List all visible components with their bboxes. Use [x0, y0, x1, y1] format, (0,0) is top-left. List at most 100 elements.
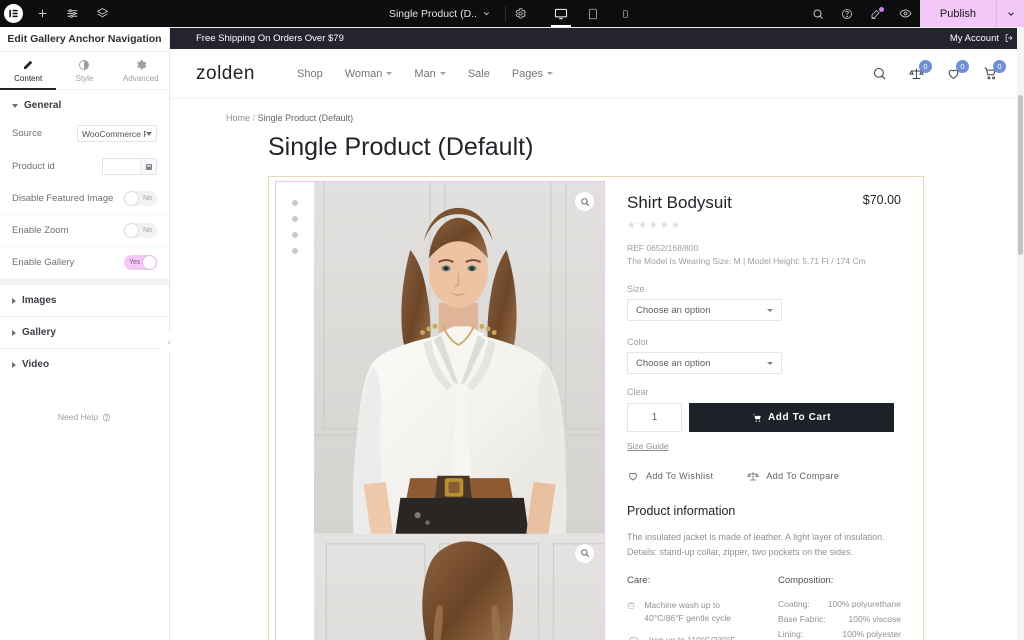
breadcrumb-separator: /	[252, 113, 256, 123]
desktop-icon	[555, 8, 568, 19]
anchor-dot-2[interactable]	[292, 216, 298, 222]
disable-featured-image-toggle[interactable]: No	[124, 191, 157, 206]
gallery-image-1[interactable]	[314, 182, 604, 534]
nav-item-label: Pages	[511, 67, 544, 80]
toggle-knob	[125, 192, 138, 205]
device-tablet-button[interactable]	[577, 0, 609, 27]
section-general-header[interactable]: General	[0, 90, 169, 117]
breadcrumb: Home / Single Product (Default)	[170, 99, 1024, 123]
clear-variations-link[interactable]: Clear	[627, 387, 901, 397]
size-label: Size	[627, 284, 645, 295]
enable-gallery-toggle[interactable]: Yes	[124, 255, 157, 270]
preview-scrollbar[interactable]	[1017, 27, 1024, 640]
chevron-down-icon	[439, 72, 446, 75]
control-enable-gallery: Enable Gallery Yes	[0, 247, 169, 278]
whats-new-button[interactable]	[862, 0, 891, 27]
composition-value: 100% viscose	[848, 614, 901, 625]
iron-icon	[629, 637, 639, 640]
product-title-row: Shirt Bodysuit $70.00	[627, 193, 901, 213]
panel-collapse-button[interactable]	[164, 332, 174, 352]
nav-item-label: Woman	[344, 67, 383, 80]
header-icon-group: 0 0 0	[872, 60, 1006, 81]
login-icon	[1005, 34, 1013, 42]
size-select[interactable]: Choose an option	[627, 299, 782, 322]
cart-icon	[752, 414, 761, 422]
care-item-text: Iron up to 110°C/230°F	[649, 634, 736, 640]
magnifier-icon[interactable]	[575, 192, 594, 211]
header-wishlist-button[interactable]: 0	[946, 60, 969, 81]
breadcrumb-home[interactable]: Home	[226, 113, 250, 123]
product-id-input[interactable]	[103, 159, 140, 174]
nav-item-woman[interactable]: Woman	[345, 68, 393, 80]
navigator-button[interactable]	[57, 0, 87, 27]
color-select[interactable]: Choose an option	[627, 352, 782, 375]
anchor-dot-1[interactable]	[292, 200, 298, 206]
nav-item-shop[interactable]: Shop	[297, 68, 323, 80]
care-composition-grid: Care: Machine wash up to 40°C/86°F gentl…	[627, 575, 901, 640]
tab-content[interactable]: Content	[0, 52, 57, 90]
my-account-link[interactable]: My Account	[950, 33, 1014, 44]
enable-zoom-toggle[interactable]: No	[124, 223, 157, 238]
add-to-wishlist-button[interactable]: Add To Wishlist	[627, 470, 713, 482]
eye-icon	[899, 9, 912, 18]
header-search-button[interactable]	[872, 66, 887, 81]
product-section: zolden Shirt Bodysuit	[268, 176, 924, 640]
device-desktop-button[interactable]	[545, 0, 577, 27]
nav-item-sale[interactable]: Sale	[468, 68, 490, 80]
toggle-knob	[125, 224, 138, 237]
product-rating-stars[interactable]: ★★★★★	[627, 220, 901, 231]
wishlist-badge: 0	[956, 60, 969, 73]
add-to-wishlist-label: Add To Wishlist	[646, 471, 714, 482]
control-enable-zoom: Enable Zoom No	[0, 215, 169, 247]
chevron-down-icon	[386, 72, 393, 75]
composition-row: Lining: 100% polyester	[778, 629, 901, 639]
scrollbar-thumb[interactable]	[1018, 95, 1023, 255]
header-compare-button[interactable]: 0	[909, 60, 932, 81]
nav-item-label: Man	[414, 67, 436, 80]
add-to-cart-button[interactable]: Add To Cart	[689, 403, 894, 433]
site-logo[interactable]: zolden	[196, 63, 255, 85]
preview-button[interactable]	[891, 0, 920, 27]
care-item: Machine wash up to 40°C/86°F gentle cycl…	[627, 599, 750, 625]
nav-item-pages[interactable]: Pages	[511, 67, 554, 80]
chevron-down-icon	[484, 12, 490, 16]
top-bar-center-group: Single Product (D..	[372, 0, 652, 27]
section-video-header[interactable]: Video	[0, 349, 169, 380]
nav-item-man[interactable]: Man	[414, 67, 446, 80]
device-mode-switcher	[545, 0, 641, 27]
publish-options-button[interactable]	[996, 0, 1024, 27]
elementor-editor: Single Product (D.. Publish Edit Gallery…	[0, 0, 1024, 640]
document-settings-button[interactable]	[514, 7, 527, 20]
gallery-image-2[interactable]: zolden	[314, 533, 604, 640]
section-images-header[interactable]: Images	[0, 285, 169, 317]
elementor-logo-button[interactable]	[0, 0, 27, 27]
add-element-button[interactable]	[27, 0, 57, 27]
color-label: Color	[627, 337, 649, 348]
anchor-dot-4[interactable]	[292, 248, 298, 254]
color-select-value: Choose an option	[636, 357, 711, 369]
tab-advanced-label: Advanced	[123, 73, 159, 83]
add-to-compare-button[interactable]: Add To Compare	[747, 470, 839, 482]
publish-button[interactable]: Publish	[919, 0, 996, 27]
dynamic-tags-icon[interactable]	[140, 159, 156, 174]
layers-button[interactable]	[87, 0, 117, 27]
need-help-link[interactable]: Need Help	[0, 412, 169, 422]
tab-style[interactable]: Style	[56, 52, 112, 89]
section-gallery-header[interactable]: Gallery	[0, 317, 169, 349]
editor-panel: Edit Gallery Anchor Navigation Content S…	[0, 27, 174, 640]
quantity-stepper[interactable]: 1	[627, 403, 682, 433]
care-item-text: Machine wash up to 40°C/86°F gentle cycl…	[644, 600, 731, 623]
finder-button[interactable]	[804, 0, 833, 27]
magnifier-icon[interactable]	[575, 543, 594, 563]
anchor-dot-3[interactable]	[292, 232, 298, 238]
size-guide-link[interactable]: Size Guide	[627, 441, 669, 451]
help-button[interactable]	[833, 0, 862, 27]
tab-advanced[interactable]: Advanced	[113, 52, 169, 89]
product-id-field[interactable]	[102, 158, 157, 175]
source-select[interactable]: WooCommerce Proc	[77, 125, 157, 142]
header-cart-button[interactable]: 0	[983, 60, 1006, 81]
device-mobile-button[interactable]	[609, 0, 641, 27]
document-name-dropdown[interactable]: Single Product (D..	[383, 8, 497, 20]
product-name: Shirt Bodysuit	[627, 193, 732, 212]
product-price: $70.00	[862, 193, 901, 207]
